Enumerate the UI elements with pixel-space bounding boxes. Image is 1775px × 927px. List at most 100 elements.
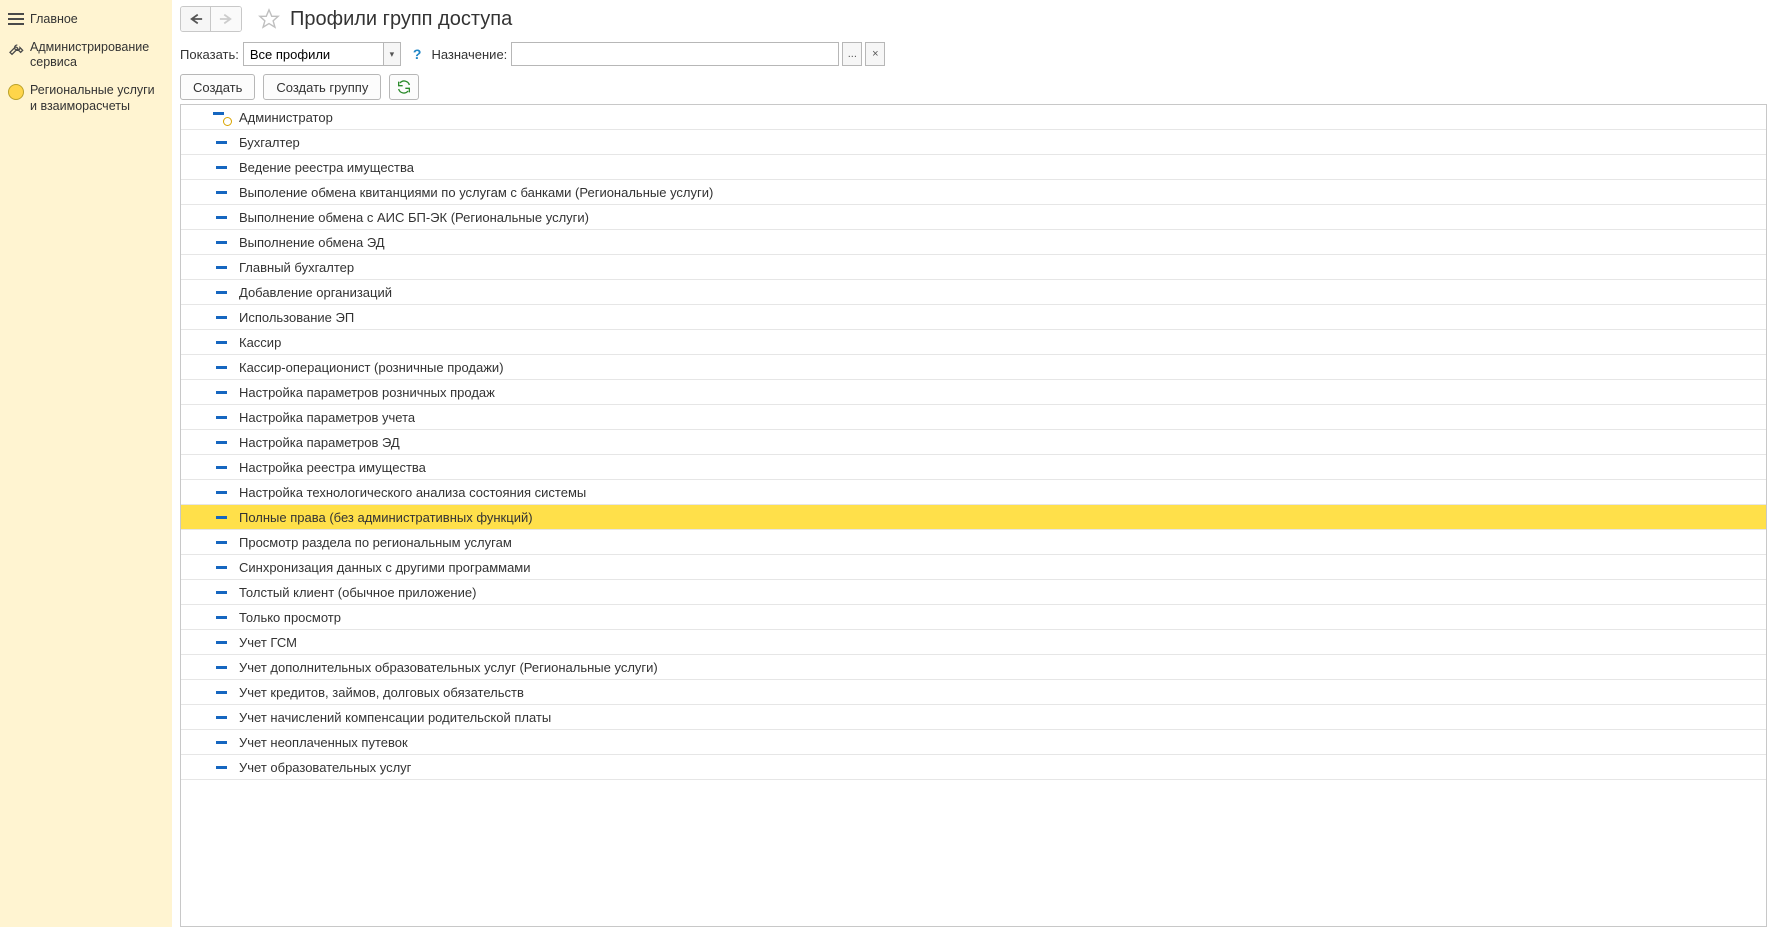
profile-icon (209, 241, 233, 244)
row-label: Синхронизация данных с другими программа… (233, 560, 531, 575)
table-row[interactable]: Настройка технологического анализа состо… (181, 480, 1766, 505)
profile-icon (209, 741, 233, 744)
table-row[interactable]: Учет образовательных услуг (181, 755, 1766, 780)
favorite-star-icon[interactable] (258, 8, 280, 30)
row-label: Ведение реестра имущества (233, 160, 414, 175)
table-row[interactable]: Только просмотр (181, 605, 1766, 630)
sidebar-item-main[interactable]: Главное (0, 6, 172, 34)
profile-icon (209, 141, 233, 144)
table-row[interactable]: Учет неоплаченных путевок (181, 730, 1766, 755)
profile-icon (209, 441, 233, 444)
create-group-button[interactable]: Создать группу (263, 74, 381, 100)
table-row[interactable]: Настройка реестра имущества (181, 455, 1766, 480)
back-button[interactable] (181, 7, 211, 31)
table-row[interactable]: Главный бухгалтер (181, 255, 1766, 280)
profile-icon (209, 416, 233, 419)
row-label: Учет неоплаченных путевок (233, 735, 408, 750)
profile-icon (209, 491, 233, 494)
header: Профили групп доступа (180, 6, 1767, 32)
table-row[interactable]: Бухгалтер (181, 130, 1766, 155)
table-row[interactable]: Ведение реестра имущества (181, 155, 1766, 180)
show-dropdown-button[interactable]: ▾ (383, 42, 401, 66)
destination-label: Назначение: (431, 47, 507, 62)
table-row[interactable]: Администратор (181, 105, 1766, 130)
row-label: Толстый клиент (обычное приложение) (233, 585, 476, 600)
row-label: Учет кредитов, займов, долговых обязател… (233, 685, 524, 700)
profile-icon (209, 716, 233, 719)
nav-group (180, 6, 242, 32)
table-row[interactable]: Учет ГСМ (181, 630, 1766, 655)
arrow-left-icon (189, 13, 203, 25)
profile-icon (209, 666, 233, 669)
row-label: Администратор (233, 110, 333, 125)
arrow-right-icon (219, 13, 233, 25)
table-row[interactable]: Синхронизация данных с другими программа… (181, 555, 1766, 580)
profile-icon (209, 516, 233, 519)
row-label: Главный бухгалтер (233, 260, 354, 275)
row-label: Настройка реестра имущества (233, 460, 426, 475)
row-label: Настройка параметров ЭД (233, 435, 400, 450)
table-row[interactable]: Толстый клиент (обычное приложение) (181, 580, 1766, 605)
show-select: ▾ (243, 42, 401, 66)
row-label: Выполение обмена квитанциями по услугам … (233, 185, 713, 200)
wrench-icon (6, 41, 26, 57)
destination-clear-button[interactable]: × (865, 42, 885, 66)
show-label: Показать: (180, 47, 239, 62)
row-label: Бухгалтер (233, 135, 300, 150)
menu-icon (6, 13, 26, 25)
show-input[interactable] (243, 42, 383, 66)
row-label: Полные права (без административных функц… (233, 510, 533, 525)
table-row[interactable]: Учет дополнительных образовательных услу… (181, 655, 1766, 680)
profile-icon (209, 191, 233, 194)
help-icon[interactable]: ? (413, 46, 422, 62)
row-label: Просмотр раздела по региональным услугам (233, 535, 512, 550)
row-label: Учет ГСМ (233, 635, 297, 650)
destination-lookup-button[interactable]: ... (842, 42, 862, 66)
table-row[interactable]: Выполнение обмена ЭД (181, 230, 1766, 255)
profile-icon (209, 166, 233, 169)
table-row[interactable]: Кассир-операционист (розничные продажи) (181, 355, 1766, 380)
row-label: Выполнение обмена с АИС БП-ЭК (Региональ… (233, 210, 589, 225)
forward-button[interactable] (211, 7, 241, 31)
row-label: Выполнение обмена ЭД (233, 235, 385, 250)
sidebar-item-regional[interactable]: Региональные услуги и взаиморасчеты (0, 77, 172, 120)
profile-icon (209, 266, 233, 269)
refresh-icon (396, 79, 412, 95)
row-label: Учет дополнительных образовательных услу… (233, 660, 658, 675)
chevron-down-icon: ▾ (390, 49, 395, 60)
table-row[interactable]: Настройка параметров ЭД (181, 430, 1766, 455)
profiles-grid[interactable]: Администратор Бухгалтер Ведение реестра им… (180, 104, 1767, 927)
table-row[interactable]: Выполение обмена квитанциями по услугам … (181, 180, 1766, 205)
table-row[interactable]: Полные права (без административных функц… (181, 505, 1766, 530)
row-label: Только просмотр (233, 610, 341, 625)
table-row[interactable]: Учет кредитов, займов, долговых обязател… (181, 680, 1766, 705)
profile-icon (209, 566, 233, 569)
sidebar-item-label: Региональные услуги и взаиморасчеты (26, 83, 164, 114)
table-row[interactable]: Выполнение обмена с АИС БП-ЭК (Региональ… (181, 205, 1766, 230)
table-row[interactable]: Учет начислений компенсации родительской… (181, 705, 1766, 730)
profile-icon (209, 541, 233, 544)
row-label: Учет начислений компенсации родительской… (233, 710, 551, 725)
table-row[interactable]: Использование ЭП (181, 305, 1766, 330)
profile-icon (209, 366, 233, 369)
destination-input[interactable] (511, 42, 839, 66)
profile-icon (209, 216, 233, 219)
create-button[interactable]: Создать (180, 74, 255, 100)
row-label: Настройка параметров учета (233, 410, 415, 425)
profile-icon (209, 591, 233, 594)
refresh-button[interactable] (389, 74, 419, 100)
toolbar: Создать Создать группу (180, 74, 1767, 100)
profile-icon (209, 641, 233, 644)
table-row[interactable]: Настройка параметров учета (181, 405, 1766, 430)
table-row[interactable]: Кассир (181, 330, 1766, 355)
sidebar-item-admin[interactable]: Администрирование сервиса (0, 34, 172, 77)
profile-icon (209, 466, 233, 469)
table-row[interactable]: Просмотр раздела по региональным услугам (181, 530, 1766, 555)
profile-icon (209, 291, 233, 294)
table-row[interactable]: Настройка параметров розничных продаж (181, 380, 1766, 405)
page-title: Профили групп доступа (290, 8, 512, 31)
table-row[interactable]: Добавление организаций (181, 280, 1766, 305)
profile-icon (209, 616, 233, 619)
profile-icon (209, 391, 233, 394)
sidebar: Главное Администрирование сервиса Регион… (0, 0, 172, 927)
